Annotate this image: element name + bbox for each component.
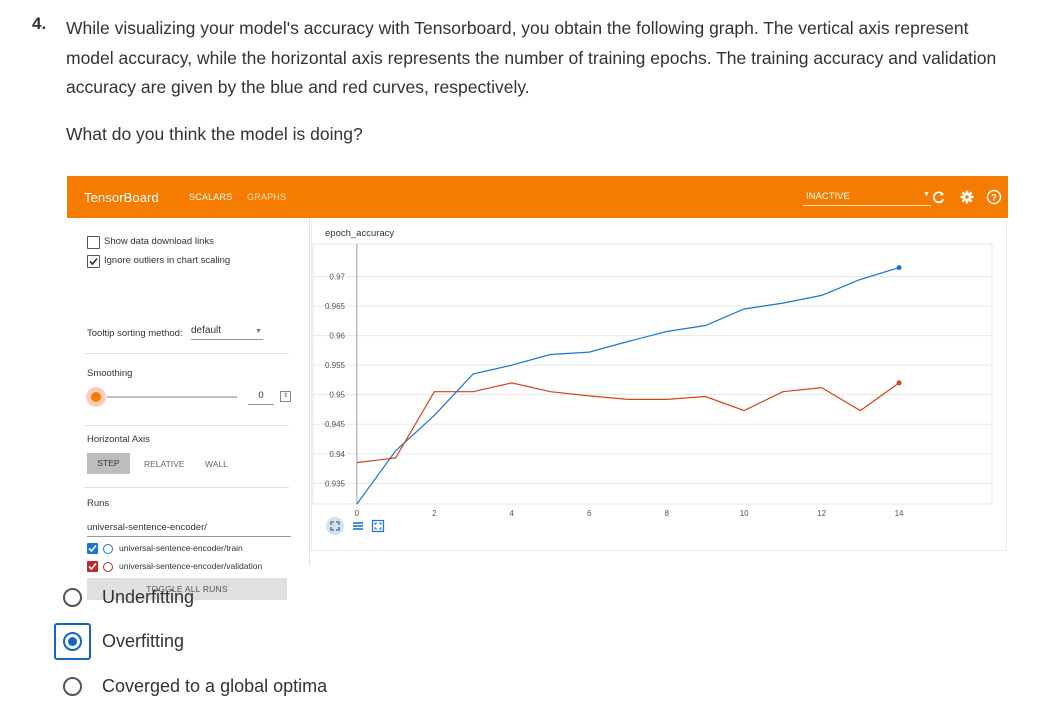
radio-overfitting[interactable] (63, 632, 82, 651)
option-label: Coverged to a global optima (102, 676, 328, 696)
y-tick-label: 0.965 (325, 302, 346, 311)
expand-icon[interactable] (326, 517, 344, 535)
option-label: Underfitting (102, 587, 195, 607)
tensorboard-screenshot: TensorBoard SCALARS GRAPHS INACTIVE ▼ ? … (67, 176, 1008, 600)
question-text: While visualizing your model's accuracy … (66, 18, 997, 97)
radio-underfitting[interactable] (63, 588, 82, 607)
validation-last-point (896, 380, 902, 386)
y-tick-label: 0.945 (325, 420, 346, 429)
y-tick-label: 0.935 (325, 479, 346, 488)
y-tick-label: 0.97 (329, 273, 345, 282)
x-tick-label: 4 (510, 509, 515, 518)
radio-global-optima[interactable] (63, 677, 82, 696)
plot-frame (312, 243, 993, 505)
question-number: 4. (32, 14, 47, 33)
y-tick-label: 0.96 (329, 332, 345, 341)
train-accuracy-line (356, 267, 900, 505)
y-tick-label: 0.94 (329, 450, 345, 459)
x-tick-label: 6 (587, 509, 592, 518)
option-label: Overfitting (102, 631, 185, 651)
x-tick-label: 2 (432, 509, 437, 518)
fit-domain-icon[interactable] (370, 517, 386, 535)
x-tick-label: 14 (895, 509, 904, 518)
accuracy-chart: 0.9350.940.9450.950.9550.960.9650.970 2 4 6… (312, 243, 993, 518)
y-tick-label: 0.955 (325, 361, 346, 370)
x-tick-label: 12 (817, 509, 826, 518)
x-tick-label: 8 (664, 509, 669, 518)
data-list-icon[interactable] (350, 517, 366, 535)
y-tick-label: 0.95 (329, 391, 345, 400)
x-tick-label: 10 (740, 509, 749, 518)
question-prompt: What do you think the model is doing? (66, 124, 363, 144)
train-last-point (896, 265, 902, 271)
